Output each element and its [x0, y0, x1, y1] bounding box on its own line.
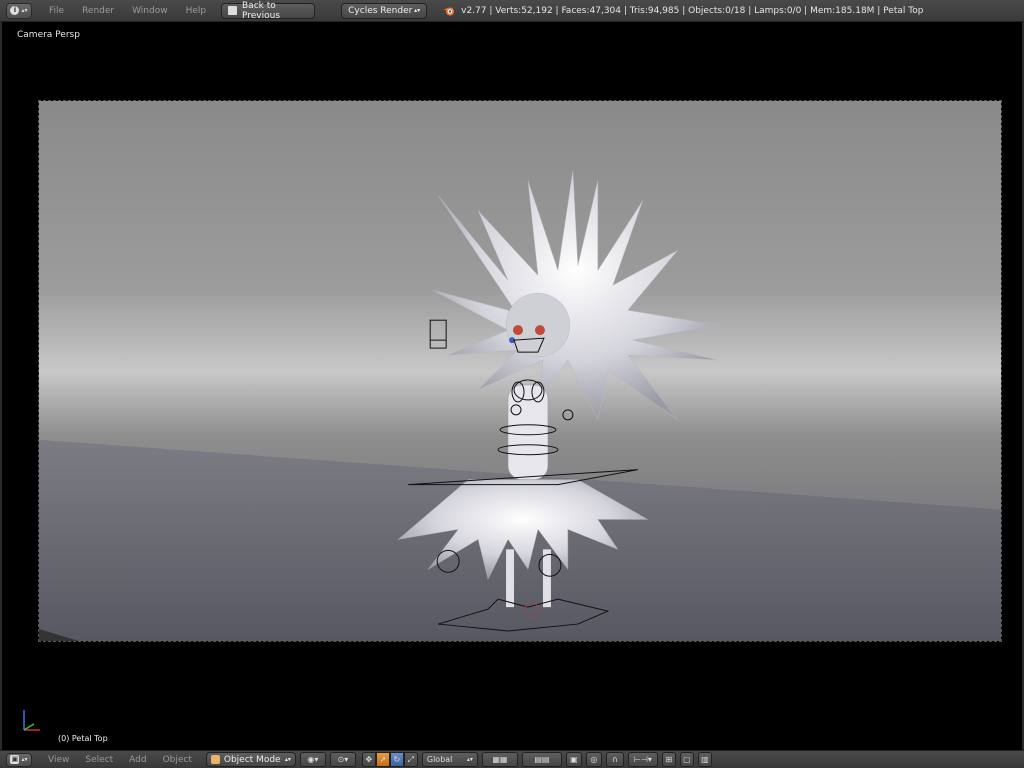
layers-visible-icon[interactable]: ▦▦	[481, 752, 518, 767]
3d-view-menu: View Select Add Object	[40, 755, 200, 765]
blender-logo-icon	[443, 7, 455, 15]
active-object-label: (0) Petal Top	[58, 734, 108, 743]
scale-manipulator-icon[interactable]: ⤢	[403, 752, 418, 767]
snap-toggle-icon[interactable]: ∩	[605, 752, 624, 767]
opengl-animation-icon[interactable]: ▥	[697, 752, 712, 767]
menu-window[interactable]: Window	[123, 6, 177, 16]
mode-label: Object Mode	[223, 754, 281, 765]
editor-type-button[interactable]: ▣ ▴▾	[6, 752, 32, 767]
camera-frame	[38, 100, 1002, 642]
view-name-label: Camera Persp	[17, 30, 80, 40]
chevron-updown-icon: ▴▾	[414, 7, 421, 14]
menu-help[interactable]: Help	[177, 6, 216, 16]
editor-type-button[interactable]: i ▴▾	[6, 2, 32, 19]
screen-back-icon	[228, 6, 237, 15]
render-layer-icon[interactable]: ▣	[565, 752, 582, 767]
manipulator-toggle-icon[interactable]: ✥	[361, 752, 376, 767]
object-mode-icon	[210, 755, 220, 764]
chevron-updown-icon: ▴▾	[21, 756, 28, 763]
viewport-shading-select[interactable]: ◉▾	[299, 752, 326, 767]
rotate-manipulator-icon[interactable]: ↻	[389, 752, 404, 767]
back-to-previous-label: Back to Previous	[242, 0, 281, 21]
3d-view-header: ▣ ▴▾ View Select Add Object Object Mode …	[0, 750, 1024, 768]
layers-grid-icon[interactable]: ▤▤	[521, 752, 562, 767]
interaction-mode-select[interactable]: Object Mode ▴▾	[205, 752, 296, 767]
menu-add[interactable]: Add	[121, 755, 154, 765]
back-to-previous-button[interactable]: Back to Previous	[221, 0, 316, 21]
pivot-point-select[interactable]: ⊙▾	[329, 752, 356, 767]
info-menu: File Render Window Help	[40, 6, 215, 16]
menu-view[interactable]: View	[40, 755, 77, 765]
manipulator-group: ✥ ↗ ↻ ⤢	[361, 752, 418, 767]
3d-view-icon: ▣	[10, 755, 20, 764]
axis-gizmo-icon	[23, 710, 40, 731]
info-icon: i	[10, 6, 20, 15]
translate-manipulator-icon[interactable]: ↗	[375, 752, 390, 767]
chevron-updown-icon: ▴▾	[284, 756, 291, 763]
scene-stats: v2.77 | Verts:52,192 | Faces:47,304 | Tr…	[461, 5, 924, 16]
render-engine-label: Cycles Render	[348, 5, 413, 16]
menu-file[interactable]: File	[40, 6, 73, 16]
menu-object[interactable]: Object	[155, 755, 200, 765]
menu-render[interactable]: Render	[73, 6, 123, 16]
snap-target-icon[interactable]: ⊞	[661, 752, 676, 767]
chevron-updown-icon: ▴▾	[466, 756, 473, 763]
snap-element-icon[interactable]: ⊢⊣▾	[627, 752, 658, 767]
render-engine-select[interactable]: Cycles Render ▴▾	[341, 2, 428, 19]
proportional-edit-icon[interactable]: ◎	[585, 752, 602, 767]
info-header: i ▴▾ File Render Window Help Back to Pre…	[0, 0, 1024, 22]
opengl-render-icon[interactable]: ▢	[679, 752, 694, 767]
render-preview	[39, 101, 1001, 641]
transform-orientation-select[interactable]: Global ▴▾	[421, 752, 478, 767]
3d-viewport[interactable]: Camera Persp (0) Petal Top	[0, 22, 1024, 750]
orientation-label: Global	[426, 755, 453, 764]
chevron-updown-icon: ▴▾	[21, 7, 28, 14]
menu-select[interactable]: Select	[77, 755, 121, 765]
